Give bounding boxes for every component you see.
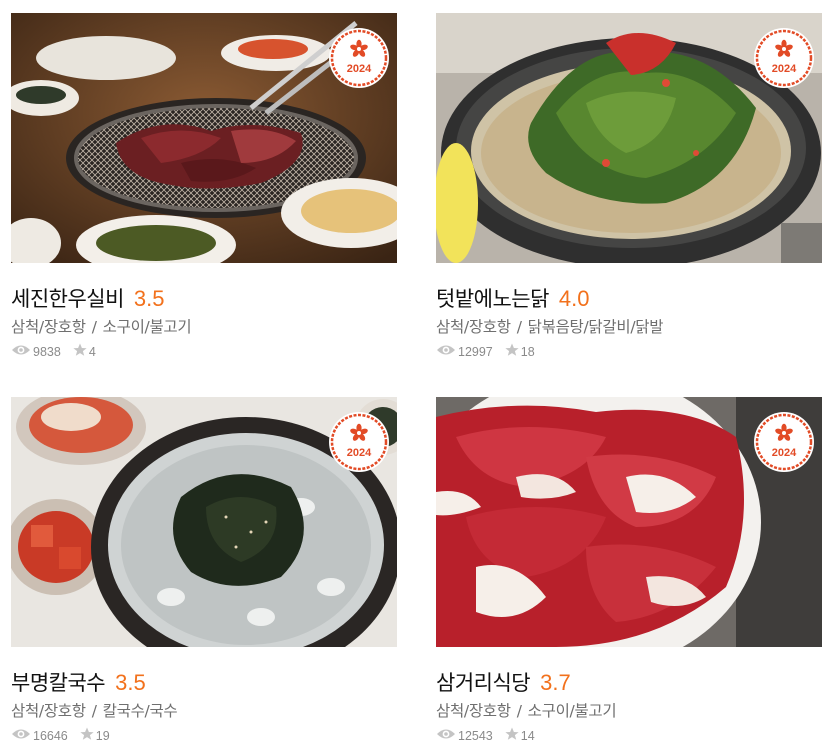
restaurant-photo[interactable]: 2024: [11, 13, 397, 263]
rating-score: 3.5: [115, 670, 146, 695]
region-label: 삼척/장호항: [11, 318, 86, 336]
restaurant-name[interactable]: 삼거리식당: [436, 667, 531, 697]
badge-year-label: 2024: [772, 447, 797, 459]
badge-year-label: 2024: [347, 447, 372, 459]
region-label: 삼척/장호항: [436, 702, 511, 720]
title-row: 부명칼국수 3.5: [11, 667, 397, 697]
restaurant-name[interactable]: 텃밭에노는닭: [436, 283, 549, 313]
restaurant-name[interactable]: 부명칼국수: [11, 667, 106, 697]
view-count: 12543: [458, 728, 493, 743]
restaurant-card[interactable]: 2024 텃밭에노는닭 4.0 삼척/장호항 / 닭볶음탕/닭갈비/닭발 12997…: [436, 13, 822, 360]
eye-icon: [436, 727, 456, 744]
restaurant-meta: 삼척/장호항 / 칼국수/국수: [11, 699, 397, 721]
title-row: 세진한우실비 3.5: [11, 283, 397, 313]
year-badge: 2024: [327, 410, 391, 474]
star-icon: [73, 343, 87, 360]
category-label: 소구이/불고기: [527, 702, 617, 720]
review-count: 4: [88, 344, 96, 359]
restaurant-stats: 16646 19: [11, 727, 397, 744]
review-count: 19: [95, 728, 110, 743]
eye-icon: [436, 343, 456, 360]
restaurant-photo[interactable]: 2024: [11, 397, 397, 647]
meta-separator: /: [91, 702, 97, 720]
view-count: 12997: [458, 344, 493, 359]
restaurant-meta: 삼척/장호항 / 닭볶음탕/닭갈비/닭발: [436, 315, 822, 337]
restaurant-grid: 2024 세진한우실비 3.5 삼척/장호항 / 소구이/불고기 9838 4: [0, 0, 837, 751]
restaurant-stats: 12543 14: [436, 727, 822, 744]
star-icon: [505, 343, 519, 360]
rating-score: 3.5: [133, 286, 165, 311]
view-count: 9838: [33, 344, 61, 359]
restaurant-stats: 12997 18: [436, 343, 822, 360]
rating-score: 4.0: [558, 286, 590, 311]
meta-separator: /: [91, 318, 97, 336]
category-label: 닭볶음탕/닭갈비/닭발: [527, 318, 664, 336]
eye-icon: [11, 343, 31, 360]
meta-separator: /: [516, 318, 522, 336]
meta-separator: /: [516, 702, 522, 720]
review-count: 18: [520, 344, 535, 359]
flower-icon: 2024: [754, 28, 814, 88]
restaurant-card[interactable]: 2024 세진한우실비 3.5 삼척/장호항 / 소구이/불고기 9838 4: [11, 13, 397, 360]
restaurant-name[interactable]: 세진한우실비: [11, 283, 124, 313]
restaurant-meta: 삼척/장호항 / 소구이/불고기: [436, 699, 822, 721]
title-row: 텃밭에노는닭 4.0: [436, 283, 822, 313]
restaurant-meta: 삼척/장호항 / 소구이/불고기: [11, 315, 397, 337]
eye-icon: [11, 727, 31, 744]
flower-icon: 2024: [329, 412, 389, 472]
title-row: 삼거리식당 3.7: [436, 667, 822, 697]
restaurant-photo[interactable]: 2024: [436, 397, 822, 647]
restaurant-card[interactable]: 2024 부명칼국수 3.5 삼척/장호항 / 칼국수/국수 16646 19: [11, 397, 397, 744]
restaurant-card[interactable]: 2024 삼거리식당 3.7 삼척/장호항 / 소구이/불고기 12543 14: [436, 397, 822, 744]
year-badge: 2024: [752, 26, 816, 90]
year-badge: 2024: [327, 26, 391, 90]
badge-year-label: 2024: [347, 63, 372, 75]
category-label: 소구이/불고기: [102, 318, 192, 336]
star-icon: [80, 727, 94, 744]
rating-score: 3.7: [540, 670, 571, 695]
year-badge: 2024: [752, 410, 816, 474]
review-count: 14: [520, 728, 535, 743]
badge-year-label: 2024: [772, 63, 797, 75]
region-label: 삼척/장호항: [11, 702, 86, 720]
flower-icon: 2024: [329, 28, 389, 88]
restaurant-photo[interactable]: 2024: [436, 13, 822, 263]
star-icon: [505, 727, 519, 744]
restaurant-stats: 9838 4: [11, 343, 397, 360]
region-label: 삼척/장호항: [436, 318, 511, 336]
category-label: 칼국수/국수: [102, 702, 178, 720]
flower-icon: 2024: [754, 412, 814, 472]
view-count: 16646: [33, 728, 68, 743]
